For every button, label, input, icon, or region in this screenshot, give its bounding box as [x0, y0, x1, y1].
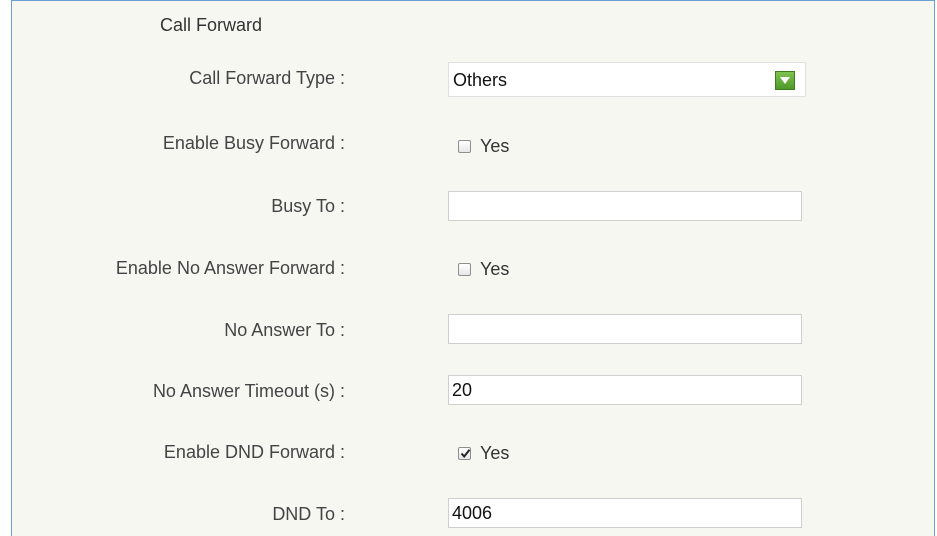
busy-to-label: Busy To :: [271, 196, 345, 216]
enable-dnd-forward-yes-label: Yes: [480, 443, 510, 463]
call-forward-type-label: Call Forward Type :: [189, 68, 345, 88]
dnd-to-label: DND To :: [272, 504, 345, 524]
enable-dnd-forward-checkbox[interactable]: [458, 447, 471, 460]
enable-busy-forward-label: Enable Busy Forward :: [162, 133, 345, 153]
call-forward-type-value: Others: [453, 70, 508, 90]
no-answer-to-label: No Answer To :: [224, 320, 345, 340]
no-answer-timeout-input[interactable]: [448, 375, 802, 405]
no-answer-to-input[interactable]: [448, 314, 802, 344]
enable-busy-forward-option[interactable]: Yes: [458, 136, 509, 157]
busy-to-input[interactable]: [448, 191, 802, 221]
enable-no-answer-forward-checkbox[interactable]: [458, 263, 471, 276]
enable-dnd-forward-option[interactable]: Yes: [458, 443, 509, 464]
enable-no-answer-forward-label: Enable No Answer Forward :: [115, 258, 345, 278]
enable-busy-forward-yes-label: Yes: [480, 136, 510, 156]
enable-busy-forward-checkbox[interactable]: [458, 140, 471, 153]
dropdown-arrow-icon[interactable]: [775, 71, 795, 90]
check-icon: [460, 449, 471, 459]
call-forward-type-select[interactable]: Others: [448, 62, 806, 97]
enable-no-answer-forward-yes-label: Yes: [480, 259, 510, 279]
enable-no-answer-forward-option[interactable]: Yes: [458, 259, 509, 280]
no-answer-timeout-label: No Answer Timeout (s) :: [152, 381, 345, 401]
enable-dnd-forward-label: Enable DND Forward :: [163, 442, 345, 462]
section-title: Call Forward: [160, 15, 263, 35]
dnd-to-input[interactable]: [448, 498, 802, 528]
